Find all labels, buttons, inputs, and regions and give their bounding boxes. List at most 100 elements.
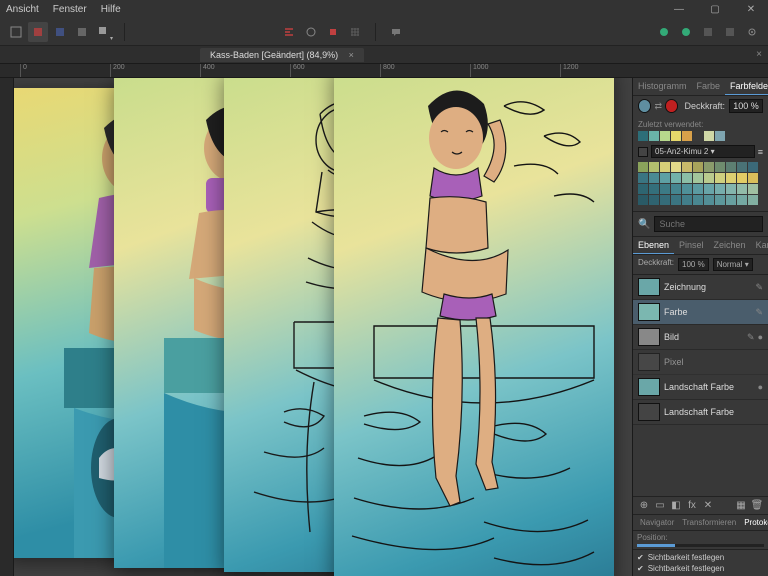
swatch[interactable] bbox=[737, 184, 747, 194]
align-left-icon[interactable] bbox=[279, 22, 299, 42]
layer-toolbar-icon[interactable]: ⊕ bbox=[637, 500, 651, 511]
search-input[interactable] bbox=[654, 216, 763, 232]
align-center-icon[interactable] bbox=[301, 22, 321, 42]
swatch[interactable] bbox=[638, 195, 648, 205]
swatch[interactable] bbox=[715, 173, 725, 183]
swap-colors-icon[interactable]: ⇄ bbox=[654, 101, 662, 112]
layer-toolbar-icon[interactable]: ◧ bbox=[669, 500, 683, 511]
canvas-area[interactable] bbox=[14, 78, 632, 576]
r1-icon[interactable] bbox=[654, 22, 674, 42]
swatch[interactable] bbox=[748, 173, 758, 183]
swatch[interactable] bbox=[638, 162, 648, 172]
recent-swatch[interactable] bbox=[704, 131, 714, 141]
swatch[interactable] bbox=[693, 162, 703, 172]
fg-color-icon[interactable] bbox=[638, 99, 651, 113]
swatch[interactable] bbox=[704, 195, 714, 205]
select-b-icon[interactable] bbox=[50, 22, 70, 42]
layer-action-icon[interactable]: ● bbox=[758, 382, 763, 392]
swatch[interactable] bbox=[649, 195, 659, 205]
artboard-4[interactable] bbox=[334, 78, 614, 576]
swatch[interactable] bbox=[715, 184, 725, 194]
swatch[interactable] bbox=[737, 195, 747, 205]
tab-zeichen[interactable]: Zeichen bbox=[709, 237, 751, 254]
layer-item[interactable]: Farbe✎ bbox=[633, 300, 768, 325]
r2-icon[interactable] bbox=[676, 22, 696, 42]
grid-icon[interactable] bbox=[345, 22, 365, 42]
layer-toolbar-icon[interactable]: ▦ bbox=[734, 500, 748, 511]
swatch[interactable] bbox=[649, 173, 659, 183]
swatch[interactable] bbox=[660, 173, 670, 183]
ruler-horizontal[interactable]: 020040060080010001200 bbox=[0, 64, 768, 78]
swatch[interactable] bbox=[693, 195, 703, 205]
dropdown-icon[interactable]: ▾ bbox=[94, 22, 114, 42]
swatch[interactable] bbox=[682, 173, 692, 183]
swatch[interactable] bbox=[671, 184, 681, 194]
tab-ebenen[interactable]: Ebenen bbox=[633, 237, 674, 254]
layer-toolbar-icon[interactable]: fx bbox=[685, 500, 699, 511]
tab-farbfelder[interactable]: Farbfelder bbox=[725, 78, 768, 95]
swatch[interactable] bbox=[638, 184, 648, 194]
recent-swatch[interactable] bbox=[638, 131, 648, 141]
swatch[interactable] bbox=[704, 162, 714, 172]
layer-item[interactable]: Bild✎● bbox=[633, 325, 768, 350]
swatch[interactable] bbox=[715, 195, 725, 205]
recent-swatch[interactable] bbox=[649, 131, 659, 141]
history-item[interactable]: ✔Sichtbarkeit festlegen bbox=[637, 563, 764, 574]
layer-opacity-value[interactable]: 100 % bbox=[678, 258, 709, 271]
select-a-icon[interactable] bbox=[28, 22, 48, 42]
menu-hilfe[interactable]: Hilfe bbox=[101, 4, 121, 15]
palette-select[interactable]: 05-An2-Kimu 2 ▾ bbox=[651, 145, 755, 158]
layer-toolbar-icon[interactable]: 🗑 bbox=[750, 500, 764, 511]
swatch[interactable] bbox=[671, 173, 681, 183]
swatch[interactable] bbox=[704, 184, 714, 194]
swatch[interactable] bbox=[737, 173, 747, 183]
swatch[interactable] bbox=[737, 162, 747, 172]
swatch[interactable] bbox=[671, 195, 681, 205]
menu-ansicht[interactable]: Ansicht bbox=[6, 4, 39, 15]
layer-toolbar-icon[interactable]: ▭ bbox=[653, 500, 667, 511]
swatch[interactable] bbox=[660, 184, 670, 194]
chat-icon[interactable] bbox=[386, 22, 406, 42]
tab-protokoll[interactable]: Protokoll bbox=[741, 517, 768, 528]
tab-histogramm[interactable]: Histogramm bbox=[633, 78, 692, 95]
swatch[interactable] bbox=[649, 184, 659, 194]
document-tab[interactable]: Kass-Baden [Geändert] (84,9%) × bbox=[200, 48, 364, 62]
menu-fenster[interactable]: Fenster bbox=[53, 4, 87, 15]
swatch[interactable] bbox=[726, 162, 736, 172]
layer-item[interactable]: Pixel bbox=[633, 350, 768, 375]
recent-swatch[interactable] bbox=[682, 131, 692, 141]
swatch[interactable] bbox=[660, 162, 670, 172]
layer-item[interactable]: Landschaft Farbe● bbox=[633, 375, 768, 400]
warn-color-icon[interactable] bbox=[665, 99, 678, 113]
swatch[interactable] bbox=[726, 184, 736, 194]
r3-icon[interactable] bbox=[698, 22, 718, 42]
layer-item[interactable]: Zeichnung✎ bbox=[633, 275, 768, 300]
swatch[interactable] bbox=[715, 162, 725, 172]
layer-toolbar-icon[interactable]: ✕ bbox=[701, 500, 715, 511]
recent-swatch[interactable] bbox=[693, 131, 703, 141]
swatch[interactable] bbox=[649, 162, 659, 172]
recent-swatch[interactable] bbox=[660, 131, 670, 141]
box-icon[interactable] bbox=[72, 22, 92, 42]
layer-action-icon[interactable]: ● bbox=[758, 332, 763, 343]
swatch[interactable] bbox=[682, 184, 692, 194]
blend-mode-select[interactable]: Normal ▾ bbox=[713, 258, 753, 271]
recent-swatch[interactable] bbox=[715, 131, 725, 141]
swatch[interactable] bbox=[671, 162, 681, 172]
tab-navigator[interactable]: Navigator bbox=[637, 517, 677, 528]
layer-action-icon[interactable]: ✎ bbox=[755, 307, 763, 318]
layer-item[interactable]: Landschaft Farbe bbox=[633, 400, 768, 425]
tab-farbe[interactable]: Farbe bbox=[692, 78, 726, 95]
layer-action-icon[interactable]: ✎ bbox=[747, 332, 755, 343]
history-item[interactable]: ✔Sichtbarkeit festlegen bbox=[637, 552, 764, 563]
gear-icon[interactable] bbox=[742, 22, 762, 42]
window-close-button[interactable]: ✕ bbox=[740, 4, 762, 15]
swatch[interactable] bbox=[748, 162, 758, 172]
window-min-button[interactable]: — bbox=[668, 4, 690, 15]
ruler-vertical[interactable] bbox=[0, 78, 14, 576]
tab-pinsel[interactable]: Pinsel bbox=[674, 237, 709, 254]
r4-icon[interactable] bbox=[720, 22, 740, 42]
align-right-icon[interactable] bbox=[323, 22, 343, 42]
tab-kanaele[interactable]: Kanäle bbox=[751, 237, 768, 254]
swatch[interactable] bbox=[693, 184, 703, 194]
